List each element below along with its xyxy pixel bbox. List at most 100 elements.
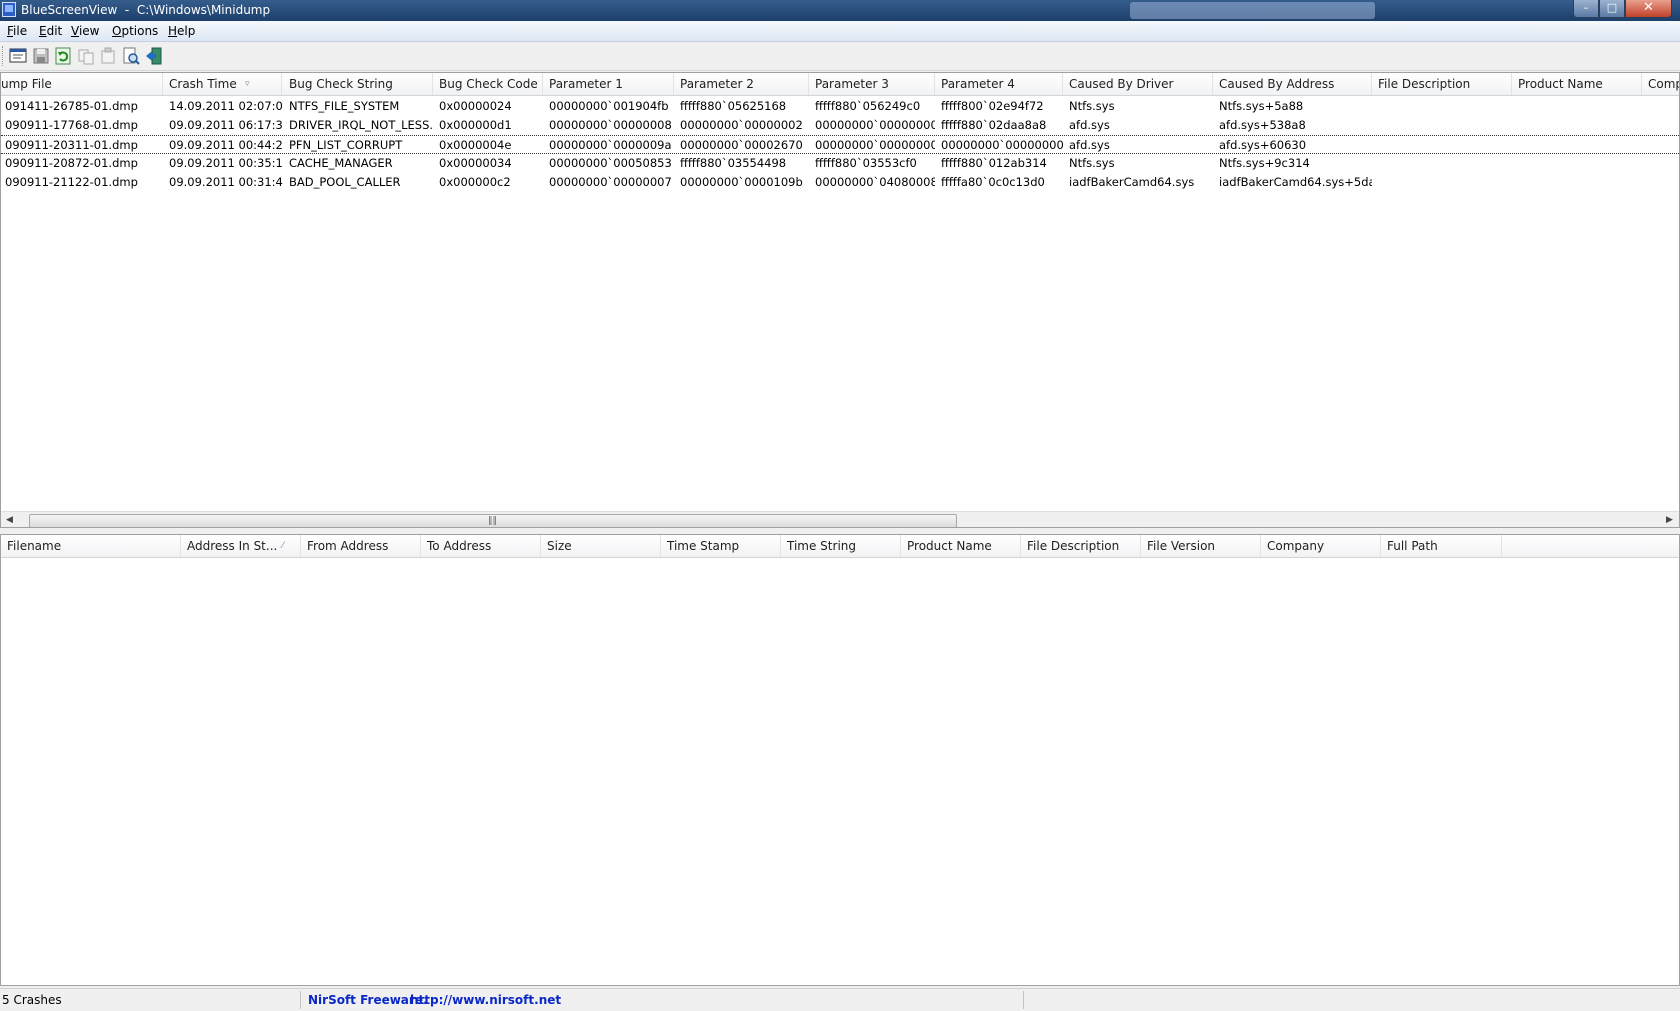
cell-parameter-1: 00000000`00000008 bbox=[549, 118, 672, 132]
table-row[interactable]: 090911-21122-01.dmp 09.09.2011 00:31:40 … bbox=[1, 173, 1679, 192]
menu-view[interactable]: View bbox=[71, 24, 99, 38]
toolbar-grip[interactable] bbox=[2, 46, 5, 66]
menu-bar: File Edit View Options Help bbox=[0, 21, 1680, 42]
cell-caused-by-driver: Ntfs.sys bbox=[1069, 99, 1115, 113]
cell-bug-check-code: 0x000000c2 bbox=[439, 175, 511, 189]
status-bar: 5 Crashes NirSoft Freeware. http://www.n… bbox=[0, 988, 1680, 1011]
cell-parameter-3: fffff880`03553cf0 bbox=[815, 156, 917, 170]
col-size[interactable]: Size bbox=[541, 535, 661, 557]
col-parameter-4[interactable]: Parameter 4 bbox=[935, 73, 1063, 95]
status-divider bbox=[1023, 991, 1024, 1009]
menu-edit[interactable]: Edit bbox=[39, 24, 62, 38]
horizontal-scrollbar[interactable]: ◀ ‖‖ ▶ bbox=[1, 511, 1679, 527]
cell-bug-check-code: 0x00000024 bbox=[439, 99, 512, 113]
crash-list[interactable]: ump File Crash Time ▿ Bug Check String B… bbox=[0, 72, 1680, 528]
title-bar: BlueScreenView - C:\Windows\Minidump – □… bbox=[0, 0, 1680, 21]
cell-parameter-3: 00000000`00000000 bbox=[815, 118, 935, 132]
col-bug-check-code[interactable]: Bug Check Code bbox=[433, 73, 543, 95]
scroll-left-icon[interactable]: ◀ bbox=[1, 512, 18, 527]
table-row[interactable]: 090911-17768-01.dmp 09.09.2011 06:17:31 … bbox=[1, 116, 1679, 135]
cell-caused-by-driver: afd.sys bbox=[1069, 118, 1110, 132]
col-address-in-stack-label: Address In St... bbox=[187, 539, 278, 553]
col-company[interactable]: Company bbox=[1261, 535, 1381, 557]
app-icon bbox=[2, 2, 16, 17]
cell-parameter-4: fffffa80`0c0c13d0 bbox=[941, 175, 1045, 189]
scroll-right-icon[interactable]: ▶ bbox=[1661, 512, 1678, 527]
col-parameter-3[interactable]: Parameter 3 bbox=[809, 73, 935, 95]
minimize-button[interactable]: – bbox=[1573, 0, 1599, 18]
scrollbar-thumb[interactable]: ‖‖ bbox=[29, 514, 957, 527]
col-bug-check-string[interactable]: Bug Check String bbox=[283, 73, 433, 95]
col-filename[interactable]: Filename bbox=[1, 535, 181, 557]
col-parameter-2[interactable]: Parameter 2 bbox=[674, 73, 809, 95]
col-caused-by-address[interactable]: Caused By Address bbox=[1213, 73, 1372, 95]
col-full-path[interactable]: Full Path bbox=[1381, 535, 1502, 557]
cell-dump-file: 090911-20872-01.dmp bbox=[5, 156, 138, 170]
cell-dump-file: 091411-26785-01.dmp bbox=[5, 99, 138, 113]
col-product-name[interactable]: Product Name bbox=[901, 535, 1021, 557]
copy-alt-icon[interactable] bbox=[98, 46, 118, 66]
nirsoft-link[interactable]: http://www.nirsoft.net bbox=[410, 991, 561, 1009]
col-file-description[interactable]: File Description bbox=[1372, 73, 1512, 95]
col-caused-by-driver[interactable]: Caused By Driver bbox=[1063, 73, 1213, 95]
cell-parameter-4: fffff880`02daa8a8 bbox=[941, 118, 1047, 132]
col-crash-time[interactable]: Crash Time ▿ bbox=[163, 73, 282, 95]
cell-caused-by-driver: afd.sys bbox=[1069, 138, 1110, 152]
cell-crash-time: 09.09.2011 06:17:31 bbox=[169, 118, 283, 132]
find-icon[interactable] bbox=[121, 46, 141, 66]
crash-list-header: ump File Crash Time ▿ Bug Check String B… bbox=[1, 73, 1679, 96]
cell-parameter-3: fffff880`056249c0 bbox=[815, 99, 921, 113]
col-address-in-stack[interactable]: Address In St... ⁄ bbox=[181, 535, 301, 557]
cell-dump-file: 090911-17768-01.dmp bbox=[5, 118, 138, 132]
table-row[interactable]: 090911-20872-01.dmp 09.09.2011 00:35:12 … bbox=[1, 154, 1679, 173]
cell-bug-check-code: 0x00000034 bbox=[439, 156, 512, 170]
cell-caused-by-address: iadfBakerCamd64.sys+5dae bbox=[1219, 175, 1372, 189]
menu-options[interactable]: Options bbox=[112, 24, 158, 38]
save-icon[interactable] bbox=[31, 46, 51, 66]
cell-parameter-3: 00000000`04080008 bbox=[815, 175, 935, 189]
window-title: BlueScreenView - C:\Windows\Minidump bbox=[21, 3, 271, 17]
cell-parameter-3: 00000000`00000000 bbox=[815, 138, 935, 152]
driver-list[interactable]: Filename Address In St... ⁄ From Address… bbox=[0, 534, 1680, 986]
cell-parameter-2: fffff880`03554498 bbox=[680, 156, 787, 170]
exit-icon[interactable] bbox=[144, 46, 164, 66]
cell-parameter-1: 00000000`00000007 bbox=[549, 175, 672, 189]
cell-bug-check-string: NTFS_FILE_SYSTEM bbox=[289, 99, 400, 113]
close-button[interactable]: ✕ bbox=[1625, 0, 1672, 18]
cell-parameter-4: 00000000`00000000 bbox=[941, 138, 1063, 152]
cell-caused-by-address: Ntfs.sys+9c314 bbox=[1219, 156, 1310, 170]
col-crash-time-label: Crash Time bbox=[169, 77, 237, 91]
cell-parameter-1: 00000000`00050853 bbox=[549, 156, 672, 170]
col-time-stamp[interactable]: Time Stamp bbox=[661, 535, 781, 557]
cell-bug-check-code: 0x0000004e bbox=[439, 138, 512, 152]
cell-caused-by-address: Ntfs.sys+5a88 bbox=[1219, 99, 1304, 113]
col-dump-file[interactable]: ump File bbox=[1, 73, 163, 95]
menu-file[interactable]: File bbox=[7, 24, 27, 38]
cell-caused-by-address: afd.sys+60630 bbox=[1219, 138, 1307, 152]
col-file-description[interactable]: File Description bbox=[1021, 535, 1141, 557]
table-row[interactable]: 091411-26785-01.dmp 14.09.2011 02:07:03 … bbox=[1, 97, 1679, 116]
maximize-button[interactable]: □ bbox=[1599, 0, 1625, 18]
scroll-grip-icon: ‖‖ bbox=[488, 516, 497, 526]
copy-icon[interactable] bbox=[76, 46, 96, 66]
properties-icon[interactable] bbox=[8, 46, 28, 66]
cell-crash-time: 09.09.2011 00:35:12 bbox=[169, 156, 283, 170]
col-to-address[interactable]: To Address bbox=[421, 535, 541, 557]
cell-crash-time: 14.09.2011 02:07:03 bbox=[169, 99, 283, 113]
cell-parameter-1: 00000000`0000009a bbox=[549, 138, 672, 152]
cell-bug-check-string: PFN_LIST_CORRUPT bbox=[289, 138, 403, 152]
col-product-name[interactable]: Product Name bbox=[1512, 73, 1642, 95]
sort-arrow-icon: ▿ bbox=[245, 79, 250, 89]
col-parameter-1[interactable]: Parameter 1 bbox=[543, 73, 674, 95]
cell-parameter-2: 00000000`00000002 bbox=[680, 118, 803, 132]
menu-help[interactable]: Help bbox=[168, 24, 195, 38]
cell-parameter-4: fffff800`02e94f72 bbox=[941, 99, 1044, 113]
table-row[interactable]: 090911-20311-01.dmp 09.09.2011 00:44:22 … bbox=[1, 135, 1679, 154]
col-from-address[interactable]: From Address bbox=[301, 535, 421, 557]
sort-arrow-icon: ⁄ bbox=[282, 541, 284, 551]
col-time-string[interactable]: Time String bbox=[781, 535, 901, 557]
col-file-version[interactable]: File Version bbox=[1141, 535, 1261, 557]
col-company[interactable]: Comp bbox=[1642, 73, 1679, 95]
refresh-icon[interactable] bbox=[53, 46, 73, 66]
cell-bug-check-string: CACHE_MANAGER bbox=[289, 156, 393, 170]
